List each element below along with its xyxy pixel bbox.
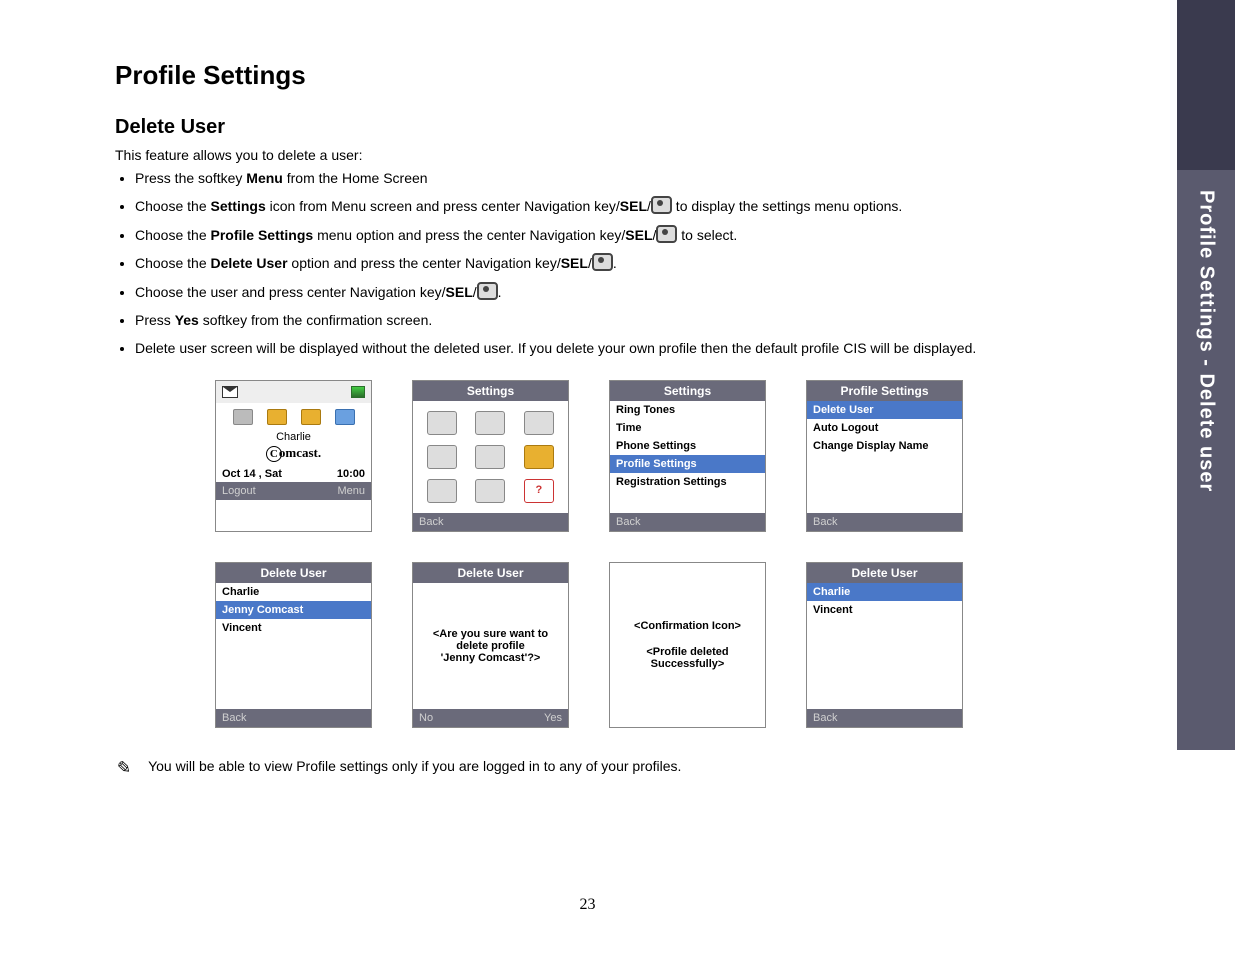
list-item: Vincent xyxy=(216,619,371,637)
envelope-icon xyxy=(222,386,238,398)
note-icon: ✎ xyxy=(113,757,132,780)
screen-title: Delete User xyxy=(413,563,568,583)
list-item: Time xyxy=(610,419,765,437)
list-item-selected: Jenny Comcast xyxy=(216,601,371,619)
success-line: <Profile deleted xyxy=(646,646,728,658)
battery-icon xyxy=(351,386,365,398)
home-username: Charlie xyxy=(276,431,311,443)
screenshot-after-delete: Delete User Charlie Vincent Back xyxy=(806,562,963,728)
softkey-left: Back xyxy=(616,516,640,528)
list-item-selected: Charlie xyxy=(807,583,962,601)
sidebar-tab-label: Profile Settings - Delete user xyxy=(1195,170,1218,492)
step-7: Delete user screen will be displayed wit… xyxy=(135,337,1125,359)
step-2: Choose the Settings icon from Menu scree… xyxy=(135,195,1125,217)
confirm-line: 'Jenny Comcast'?> xyxy=(441,652,541,664)
home-date: Oct 14 , Sat xyxy=(222,468,282,480)
screenshot-profile-settings: Profile Settings Delete User Auto Logout… xyxy=(806,380,963,532)
softkey-left: Back xyxy=(813,516,837,528)
step-4: Choose the Delete User option and press … xyxy=(135,252,1125,274)
screen-title: Delete User xyxy=(807,563,962,583)
time-icon xyxy=(475,411,505,435)
step-5: Choose the user and press center Navigat… xyxy=(135,281,1125,303)
softkey-left: Back xyxy=(419,516,443,528)
confirm-line: delete profile xyxy=(456,640,524,652)
screenshot-home: Charlie Comcast. Oct 14 , Sat 10:00 Logo… xyxy=(215,380,372,532)
step-6: Press Yes softkey from the confirmation … xyxy=(135,309,1125,331)
sidebar-tab: Profile Settings - Delete user xyxy=(1177,170,1235,750)
note-text: You will be able to view Profile setting… xyxy=(148,758,681,774)
section-title: Delete User xyxy=(115,116,1125,139)
page-title: Profile Settings xyxy=(115,60,1125,91)
sel-icon xyxy=(651,196,672,214)
list-item: Change Display Name xyxy=(807,437,962,455)
step-1: Press the softkey Menu from the Home Scr… xyxy=(135,167,1125,189)
screenshots: Charlie Comcast. Oct 14 , Sat 10:00 Logo… xyxy=(215,380,1125,728)
screenshot-confirm: Delete User <Are you sure want to delete… xyxy=(412,562,569,728)
softkey-left: No xyxy=(419,712,433,724)
sel-icon xyxy=(656,225,677,243)
tools-icon xyxy=(427,479,457,503)
softkey-left: Logout xyxy=(222,485,256,497)
list-item: Charlie xyxy=(216,583,371,601)
page-content: Profile Settings Delete User This featur… xyxy=(115,60,1125,779)
note: ✎ You will be able to view Profile setti… xyxy=(115,758,1125,779)
screen-title: Settings xyxy=(610,381,765,401)
list-item: Auto Logout xyxy=(807,419,962,437)
display-icon xyxy=(475,445,505,469)
phone-icon xyxy=(524,411,554,435)
screen-title: Settings xyxy=(413,381,568,401)
card-icon xyxy=(335,409,355,425)
list-item: Registration Settings xyxy=(610,473,765,491)
home-time: 10:00 xyxy=(337,468,365,480)
list-item: Vincent xyxy=(807,601,962,619)
comcast-logo: Comcast. xyxy=(266,445,321,462)
list-item-selected: Delete User xyxy=(807,401,962,419)
confirm-line: <Are you sure want to xyxy=(433,628,548,640)
step-3: Choose the Profile Settings menu option … xyxy=(135,224,1125,246)
success-line: <Confirmation Icon> xyxy=(634,620,741,632)
sidebar-stripe xyxy=(1177,0,1235,170)
profile-icon xyxy=(427,445,457,469)
screenshot-menu: Settings ? Back xyxy=(412,380,569,532)
softkey-right: Menu xyxy=(337,485,365,497)
list-item-selected: Profile Settings xyxy=(610,455,765,473)
help-icon: ? xyxy=(524,479,554,503)
book-icon xyxy=(233,409,253,425)
list-item: Ring Tones xyxy=(610,401,765,419)
screenshot-settings-list: Settings Ring Tones Time Phone Settings … xyxy=(609,380,766,532)
mail-icon xyxy=(475,479,505,503)
screen-title: Profile Settings xyxy=(807,381,962,401)
folder-icon xyxy=(301,409,321,425)
screenshot-success: <Confirmation Icon> <Profile deleted Suc… xyxy=(609,562,766,728)
softkey-left: Back xyxy=(222,712,246,724)
sel-icon xyxy=(592,253,613,271)
folder-icon xyxy=(267,409,287,425)
success-line: Successfully> xyxy=(651,658,725,670)
softkey-right: Yes xyxy=(544,712,562,724)
screen-title: Delete User xyxy=(216,563,371,583)
list-item: Phone Settings xyxy=(610,437,765,455)
sel-icon xyxy=(477,282,498,300)
softkey-left: Back xyxy=(813,712,837,724)
intro-text: This feature allows you to delete a user… xyxy=(115,147,1125,163)
screenshot-delete-user-list: Delete User Charlie Jenny Comcast Vincen… xyxy=(215,562,372,728)
ringtone-icon xyxy=(427,411,457,435)
steps-list: Press the softkey Menu from the Home Scr… xyxy=(135,167,1125,360)
page-number: 23 xyxy=(0,896,1175,914)
sidebar: Profile Settings - Delete user xyxy=(1175,0,1235,954)
registration-icon xyxy=(524,445,554,469)
